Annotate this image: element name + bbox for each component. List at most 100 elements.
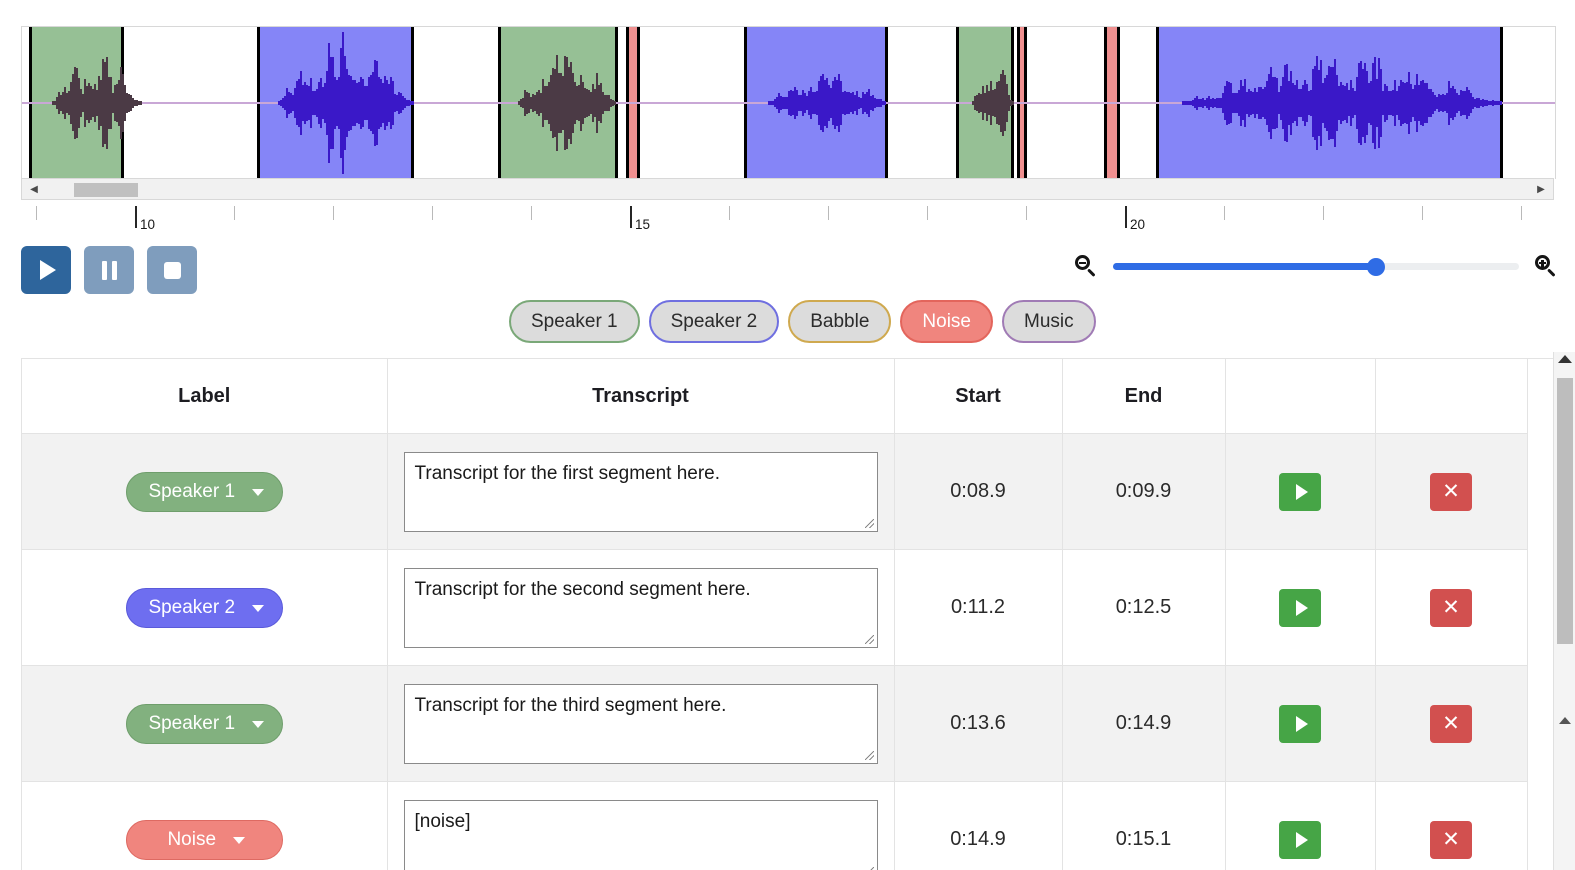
table-row[interactable]: Speaker 2 Transcript for the second segme… [22, 549, 1528, 666]
cell-start-time: 0:08.9 [894, 433, 1063, 550]
table-row[interactable]: Noise [noise] 0:14.9 0:15.1 ✕ [22, 781, 1528, 870]
label-chip-speaker-2[interactable]: Speaker 2 [648, 300, 780, 343]
ruler-tick [1224, 206, 1225, 220]
waveform-canvas[interactable] [22, 27, 1555, 179]
label-select[interactable]: Speaker 1 [125, 471, 283, 512]
transcript-input[interactable]: Transcript for the second segment here. [403, 567, 878, 648]
waveform-display[interactable] [21, 26, 1556, 179]
ruler-tick [1521, 206, 1522, 220]
cell-start-time: 0:14.9 [894, 781, 1063, 870]
cell-start-time: 0:11.2 [894, 549, 1063, 666]
cell-delete: ✕ [1375, 665, 1528, 782]
label-select[interactable]: Speaker 1 [125, 703, 283, 744]
label-chip-music[interactable]: Music [1002, 300, 1096, 343]
label-select-value: Noise [167, 828, 217, 850]
chevron-down-icon [252, 605, 265, 612]
row-delete-button[interactable]: ✕ [1430, 704, 1472, 743]
vscrollbar-thumb[interactable] [1557, 378, 1573, 644]
row-delete-button[interactable]: ✕ [1430, 472, 1472, 511]
play-icon [1295, 599, 1308, 616]
cell-label: Speaker 2 [22, 549, 388, 666]
scroll-up-arrow-icon[interactable] [1557, 355, 1572, 363]
ruler-tick [333, 206, 334, 220]
ruler-tick [1323, 206, 1324, 220]
zoom-in-icon[interactable] [1535, 255, 1557, 278]
ruler-time-label: 10 [140, 217, 156, 232]
waveform-bar [1554, 102, 1555, 104]
column-header-start[interactable]: Start [894, 359, 1063, 434]
label-select[interactable]: Speaker 2 [125, 587, 283, 628]
ruler-time-label: 20 [1130, 217, 1146, 232]
pause-icon [101, 260, 117, 280]
row-delete-button[interactable]: ✕ [1430, 820, 1472, 859]
label-chip-row: Speaker 1 Speaker 2 Babble Noise Music [509, 300, 1096, 343]
play-icon [1295, 483, 1308, 500]
row-play-button[interactable] [1279, 820, 1321, 859]
timeline-ruler: 10 15 20 [21, 203, 1554, 237]
zoom-slider-fill [1113, 263, 1378, 270]
column-header-transcript[interactable]: Transcript [387, 359, 895, 434]
play-icon [1295, 831, 1308, 848]
label-chip-noise[interactable]: Noise [900, 300, 993, 343]
ruler-tick [927, 206, 928, 220]
pause-button[interactable] [84, 246, 134, 294]
label-select-value: Speaker 2 [148, 596, 236, 618]
ruler-tick [432, 206, 433, 220]
cell-play [1225, 433, 1376, 550]
hscrollbar-thumb[interactable] [74, 183, 138, 197]
column-header-play [1225, 359, 1376, 434]
cell-transcript: Transcript for the third segment here. [387, 665, 895, 782]
row-delete-button[interactable]: ✕ [1430, 588, 1472, 627]
column-header-delete [1375, 359, 1528, 434]
segments-table-container[interactable]: Label Transcript Start End Speaker 1 Tran… [21, 358, 1554, 870]
table-row[interactable]: Speaker 1 Transcript for the first segmen… [22, 433, 1528, 550]
transcript-input[interactable]: Transcript for the first segment here. [403, 451, 878, 532]
stop-button[interactable] [147, 246, 197, 294]
zoom-controls [1075, 255, 1557, 278]
segments-vscrollbar[interactable] [1553, 352, 1575, 870]
scroll-left-arrow-icon[interactable]: ◀ [24, 179, 44, 199]
waveform-hscrollbar[interactable]: ◀ ▶ [21, 178, 1554, 200]
label-chip-speaker-1[interactable]: Speaker 1 [509, 300, 640, 343]
column-header-label[interactable]: Label [22, 359, 388, 434]
stop-icon [163, 261, 181, 279]
zoom-slider[interactable] [1113, 256, 1519, 276]
transport-controls [21, 246, 197, 294]
row-play-button[interactable] [1279, 588, 1321, 627]
transcript-input[interactable]: Transcript for the third segment here. [403, 683, 878, 764]
ruler-tick [531, 206, 532, 220]
cell-end-time: 0:12.5 [1062, 549, 1226, 666]
ruler-major-tick [135, 206, 137, 228]
cell-label: Noise [22, 781, 388, 870]
ruler-tick [828, 206, 829, 220]
row-play-button[interactable] [1279, 704, 1321, 743]
play-icon [1295, 715, 1308, 732]
ruler-major-tick [630, 206, 632, 228]
chevron-down-icon [252, 721, 265, 728]
cell-end-time: 0:09.9 [1062, 433, 1226, 550]
chevron-down-icon [252, 489, 265, 496]
row-play-button[interactable] [1279, 472, 1321, 511]
play-icon [40, 260, 56, 280]
scroll-down-arrow-icon[interactable] [1558, 717, 1571, 724]
cell-label: Speaker 1 [22, 433, 388, 550]
ruler-tick [36, 206, 37, 220]
cell-transcript: Transcript for the first segment here. [387, 433, 895, 550]
label-select[interactable]: Noise [125, 819, 283, 860]
label-chip-babble[interactable]: Babble [788, 300, 892, 343]
table-header-row: Label Transcript Start End [22, 359, 1528, 434]
cell-delete: ✕ [1375, 549, 1528, 666]
ruler-tick [1422, 206, 1423, 220]
cell-transcript: [noise] [387, 781, 895, 870]
play-button[interactable] [21, 246, 71, 294]
ruler-tick [729, 206, 730, 220]
cell-delete: ✕ [1375, 433, 1528, 550]
transcript-input[interactable]: [noise] [403, 799, 878, 870]
table-row[interactable]: Speaker 1 Transcript for the third segmen… [22, 665, 1528, 782]
column-header-end[interactable]: End [1062, 359, 1226, 434]
zoom-out-icon[interactable] [1075, 255, 1097, 278]
label-select-value: Speaker 1 [148, 712, 236, 734]
scroll-right-arrow-icon[interactable]: ▶ [1531, 179, 1551, 199]
zoom-slider-knob[interactable] [1367, 258, 1385, 276]
ruler-tick [234, 206, 235, 220]
